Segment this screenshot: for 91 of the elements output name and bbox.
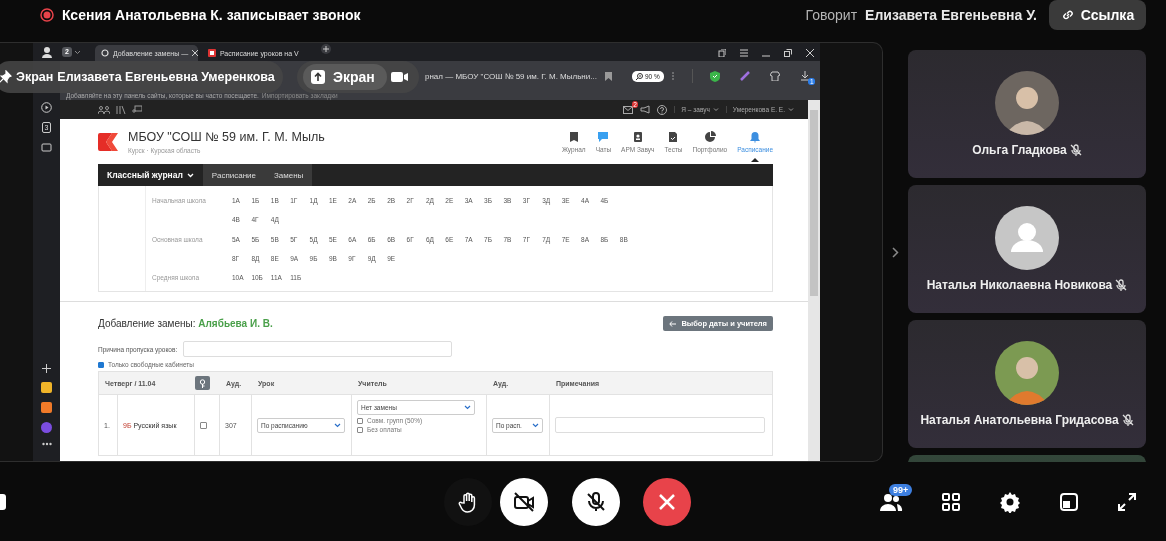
key-button[interactable] — [195, 376, 210, 390]
reason-input[interactable] — [183, 341, 453, 357]
fullscreen-button[interactable] — [1117, 491, 1137, 512]
screen-share-button[interactable]: Экран — [303, 64, 387, 90]
app-icon[interactable] — [41, 422, 52, 433]
mail-icon[interactable] — [623, 105, 634, 114]
app-icon[interactable] — [41, 382, 52, 393]
video-camera-icon[interactable] — [390, 71, 409, 83]
participant-tile[interactable]: Наталья Анатольевна Гридасова — [908, 320, 1146, 448]
checkbox[interactable] — [98, 361, 104, 368]
address-text[interactable]: рнал — МБОУ "СОШ № 59 им. Г. М. Мыльни... — [425, 71, 597, 81]
menu-item[interactable]: Расписание — [202, 164, 265, 186]
menu-icon[interactable] — [740, 49, 748, 57]
restore-icon[interactable] — [784, 49, 792, 57]
share-screen-icon — [311, 70, 325, 84]
mic-off-button[interactable] — [572, 477, 620, 526]
document-check-icon — [667, 130, 680, 143]
menu-item[interactable]: Замены — [264, 164, 313, 186]
tabs-icon[interactable] — [718, 49, 726, 57]
layout-icon — [1059, 491, 1079, 512]
pie-chart-icon — [703, 130, 716, 143]
logo-icon — [98, 132, 120, 151]
form-title: Добавление замены: Алябьева И. В. — [98, 318, 273, 329]
shield-icon[interactable] — [710, 70, 721, 82]
arrow-left-icon — [669, 320, 677, 327]
hang-up-button[interactable] — [643, 477, 691, 526]
participants-button[interactable] — [879, 491, 903, 512]
feather-icon[interactable] — [740, 71, 751, 81]
id-card-icon — [631, 130, 644, 143]
chevron-down-icon — [788, 107, 794, 112]
camera-off-button[interactable] — [500, 477, 548, 526]
checkbox[interactable] — [357, 426, 363, 433]
chevron-down-icon — [532, 422, 539, 428]
bookmark-icon[interactable] — [604, 71, 612, 81]
speaker-label: Говорит — [805, 7, 858, 23]
plus-icon[interactable] — [320, 44, 331, 54]
site-icon — [207, 49, 216, 57]
grid-button[interactable] — [941, 491, 961, 512]
link-button[interactable]: Ссылка — [1049, 0, 1146, 30]
zoom-out-icon — [635, 72, 643, 80]
count-badge: 99+ — [889, 483, 913, 496]
chevron-down-icon — [334, 422, 341, 428]
speaker-name: Елизавета Евгеньевна У. — [865, 7, 1037, 23]
chevron-right-icon[interactable] — [892, 246, 899, 258]
screen-icon[interactable] — [41, 142, 52, 153]
play-icon[interactable] — [41, 102, 52, 113]
chevron-down-icon — [712, 107, 719, 112]
more-icon[interactable] — [41, 442, 52, 446]
profile-icon[interactable] — [40, 46, 53, 58]
layout-button[interactable] — [1059, 491, 1079, 512]
panel-toggle-icon[interactable] — [0, 493, 6, 510]
presenter-label: Экран Елизавета Евгеньевна Умеренкова — [0, 61, 283, 93]
recording-icon — [40, 8, 54, 22]
scrollbar-thumb[interactable] — [810, 110, 818, 296]
settings-button[interactable] — [999, 490, 1021, 513]
participant-tile[interactable]: Наталья Николаевна Новикова — [908, 185, 1146, 313]
link-icon — [1060, 8, 1075, 22]
checkbox[interactable] — [357, 417, 363, 424]
group-icon[interactable] — [98, 105, 110, 114]
close-icon[interactable] — [192, 50, 199, 56]
key-icon — [199, 378, 206, 388]
loading-icon — [100, 49, 109, 57]
fullscreen-icon — [1117, 491, 1137, 512]
books-icon[interactable] — [116, 105, 126, 114]
participant-name: Наталья Анатольевна Гридасова — [920, 413, 1119, 427]
help-icon[interactable] — [657, 104, 668, 115]
app-icon[interactable] — [41, 402, 52, 413]
camera-off-icon — [512, 489, 536, 514]
participant-tile[interactable]: Ольга Гладкова — [908, 50, 1146, 178]
participant-name: Ольга Гладкова — [972, 143, 1067, 157]
checkbox[interactable] — [200, 421, 207, 429]
megaphone-icon[interactable] — [640, 105, 651, 114]
presentation-icon[interactable] — [132, 105, 142, 114]
download-icon[interactable] — [800, 71, 810, 81]
settings-icon — [999, 490, 1021, 513]
pin-icon — [0, 70, 12, 84]
bell-icon — [749, 130, 762, 143]
participant-name: Наталья Николаевна Новикова — [926, 278, 1113, 292]
school-name: МБОУ "СОШ № 59 им. Г. М. Мыль — [128, 129, 325, 144]
book-icon — [567, 130, 580, 143]
chat-icon — [597, 130, 610, 143]
grid-icon — [941, 491, 961, 512]
close-icon — [657, 491, 677, 512]
notes-input[interactable] — [555, 417, 765, 433]
chevron-down-icon — [464, 405, 471, 410]
chevron-down-icon[interactable] — [73, 49, 81, 55]
plus-icon[interactable] — [42, 364, 51, 373]
people-icon — [879, 491, 903, 512]
recording-status: Ксения Анатольевна К. записывает звонок — [62, 7, 361, 23]
close-icon[interactable] — [806, 49, 814, 57]
shirt-icon[interactable] — [770, 71, 781, 81]
